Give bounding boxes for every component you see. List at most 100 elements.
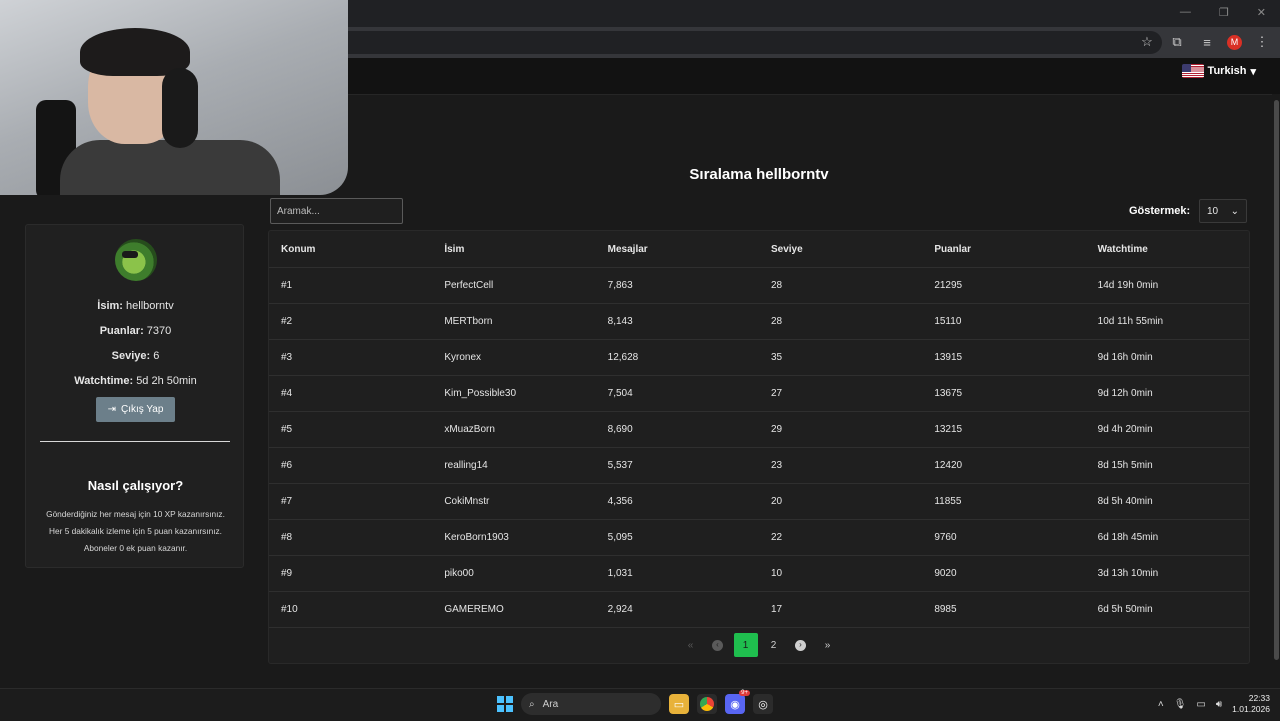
table-row: #6 realling14 5,537 23 12420 8d 15h 5min [269, 447, 1249, 484]
cell-watchtime: 6d 5h 50min [1085, 591, 1249, 628]
column-header-watchtime[interactable]: Watchtime [1085, 231, 1249, 268]
cell-messages: 8,143 [595, 303, 759, 340]
media-control-icon[interactable]: ≡ [1197, 32, 1217, 52]
obs-icon[interactable]: ◎ [753, 694, 773, 714]
how-it-works-text: Gönderdiğiniz her mesaj için 10 XP kazan… [46, 509, 225, 553]
taskbar-clock[interactable]: 22:33 1.01.2026 [1232, 693, 1270, 715]
cell-level: 27 [758, 375, 923, 412]
cell-position: #1 [269, 267, 433, 304]
cell-points: 13675 [922, 375, 1086, 412]
pagination: « ‹ 1 2 › » [269, 633, 1249, 657]
show-count-select[interactable]: 10 ⌄ [1199, 199, 1247, 223]
discord-icon[interactable]: ◉ 9+ [725, 690, 750, 714]
table-row: #5 xMuazBorn 8,690 29 13215 9d 4h 20min [269, 411, 1249, 448]
first-page-icon[interactable]: « [680, 634, 702, 656]
logout-button[interactable]: ⇥ Çıkış Yap [96, 397, 175, 422]
cell-name: MERTborn [432, 303, 596, 340]
microphone-icon[interactable]: 🎙︎ [1174, 699, 1187, 710]
cell-watchtime: 8d 15h 5min [1085, 447, 1249, 484]
cell-points: 11855 [922, 483, 1086, 520]
cell-watchtime: 3d 13h 10min [1085, 555, 1249, 592]
chrome-icon[interactable] [697, 694, 717, 714]
cell-level: 28 [758, 303, 923, 340]
cell-messages: 1,031 [595, 555, 759, 592]
cell-position: #6 [269, 447, 433, 484]
taskbar-search[interactable]: ⌕ Ara [521, 693, 661, 715]
divider [40, 441, 230, 442]
cell-name: piko00 [432, 555, 596, 592]
cell-points: 13215 [922, 411, 1086, 448]
chevron-up-icon[interactable]: ˄ [1158, 699, 1164, 710]
cell-name: CokiMnstr [432, 483, 596, 520]
address-bar[interactable] [330, 31, 1162, 54]
prev-page-icon[interactable]: ‹ [707, 634, 729, 656]
column-header-position[interactable]: Konum [269, 231, 433, 268]
show-count-label: Göstermek: [1129, 205, 1191, 217]
cell-points: 8985 [922, 591, 1086, 628]
extensions-icon[interactable]: ⧉ [1167, 32, 1187, 52]
minimize-icon[interactable]: — [1180, 6, 1191, 19]
chevron-down-icon: ⌄ [1230, 205, 1239, 217]
column-header-points[interactable]: Puanlar [922, 231, 1086, 268]
cell-position: #5 [269, 411, 433, 448]
user-points-line: Puanlar: 7370 [99, 325, 172, 337]
sign-out-icon: ⇥ [107, 404, 116, 415]
page-1-button[interactable]: 1 [733, 633, 758, 657]
cell-watchtime: 9d 12h 0min [1085, 375, 1249, 412]
user-watchtime-line: Watchtime: 5d 2h 50min [74, 375, 197, 387]
close-icon[interactable]: ✕ [1257, 6, 1266, 19]
file-explorer-icon[interactable]: ▭ [669, 694, 689, 714]
cell-level: 29 [758, 411, 923, 448]
table-row: #2 MERTborn 8,143 28 15110 10d 11h 55min [269, 303, 1249, 340]
windows-start-icon[interactable] [497, 696, 513, 712]
cell-level: 23 [758, 447, 923, 484]
table-header-row: Konum İsim Mesajlar Seviye Puanlar Watch… [269, 231, 1249, 268]
last-page-icon[interactable]: » [817, 634, 839, 656]
cell-level: 10 [758, 555, 923, 592]
cell-points: 21295 [922, 267, 1086, 304]
cell-position: #4 [269, 375, 433, 412]
table-row: #10 GAMEREMO 2,924 17 8985 6d 5h 50min [269, 591, 1249, 628]
cell-watchtime: 10d 11h 55min [1085, 303, 1249, 340]
chevron-down-icon: ▾ [1250, 65, 1256, 78]
column-header-level[interactable]: Seviye [758, 231, 923, 268]
how-it-works-title: Nasıl çalışıyor? [87, 478, 184, 493]
cell-messages: 8,690 [595, 411, 759, 448]
cell-name: realling14 [432, 447, 596, 484]
user-name-line: İsim: hellborntv [97, 300, 174, 312]
cell-points: 15110 [922, 303, 1086, 340]
table-row: #3 Kyronex 12,628 35 13915 9d 16h 0min [269, 339, 1249, 376]
restore-icon[interactable]: ❐ [1219, 6, 1229, 19]
cell-watchtime: 9d 4h 20min [1085, 411, 1249, 448]
cell-points: 9760 [922, 519, 1086, 556]
cell-level: 22 [758, 519, 923, 556]
language-selector[interactable]: Turkish ▾ [1181, 64, 1256, 78]
cell-watchtime: 6d 18h 45min [1085, 519, 1249, 556]
column-header-name[interactable]: İsim [432, 231, 596, 268]
menu-kebab-icon[interactable]: ⋮ [1252, 32, 1272, 52]
column-header-messages[interactable]: Mesajlar [595, 231, 759, 268]
cell-name: xMuazBorn [432, 411, 596, 448]
page-scrollbar[interactable] [1274, 100, 1279, 660]
cell-points: 9020 [922, 555, 1086, 592]
cell-watchtime: 14d 19h 0min [1085, 267, 1249, 304]
page-2-button[interactable]: 2 [763, 634, 785, 656]
leaderboard-table: Konum İsim Mesajlar Seviye Puanlar Watch… [269, 231, 1249, 628]
volume-icon[interactable]: 🔊︎ [1216, 699, 1222, 710]
cell-watchtime: 9d 16h 0min [1085, 339, 1249, 376]
table-row: #7 CokiMnstr 4,356 20 11855 8d 5h 40min [269, 483, 1249, 520]
cell-messages: 2,924 [595, 591, 759, 628]
next-page-icon[interactable]: › [790, 634, 812, 656]
bookmark-star-icon[interactable]: ☆ [1137, 32, 1157, 52]
cell-position: #3 [269, 339, 433, 376]
cell-name: Kyronex [432, 339, 596, 376]
display-icon[interactable]: ▭ [1196, 699, 1205, 710]
profile-avatar[interactable]: M [1227, 34, 1242, 50]
search-input[interactable] [270, 198, 403, 224]
cell-level: 28 [758, 267, 923, 304]
cell-level: 35 [758, 339, 923, 376]
headphones-icon [162, 68, 198, 148]
cell-name: Kim_Possible30 [432, 375, 596, 412]
us-flag-icon [1181, 64, 1204, 78]
cell-position: #2 [269, 303, 433, 340]
